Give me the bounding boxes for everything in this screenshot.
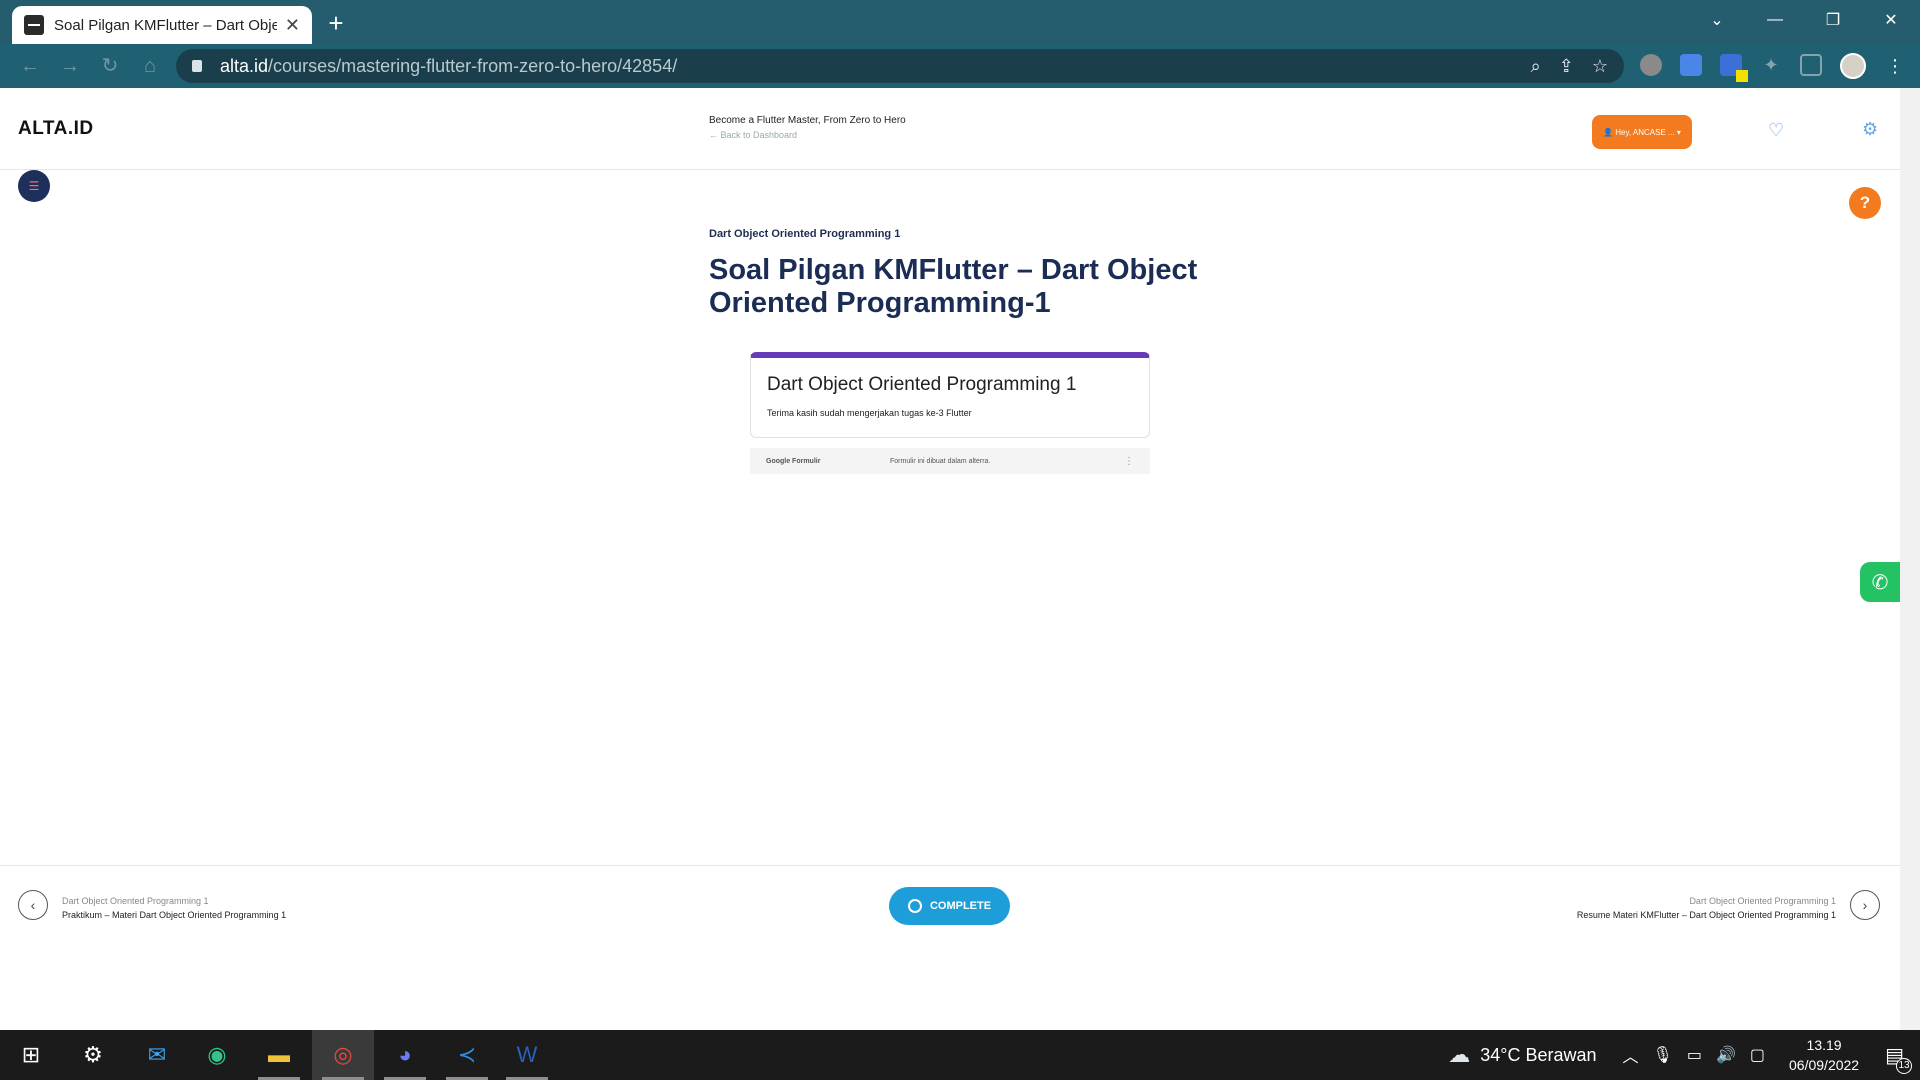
embedded-google-form: Dart Object Oriented Programming 1 Terim…	[750, 352, 1150, 438]
help-question-icon[interactable]: ?	[1849, 187, 1881, 219]
word-icon[interactable]: W	[510, 1038, 544, 1072]
browser-menu-icon[interactable]: ⋮	[1886, 56, 1904, 77]
system-tray: ☁ 34°C Berawan ︿ 🎙 ▭ 🔊 ▢ 13.19 06/09/202…	[1448, 1030, 1920, 1080]
previous-lesson-section: Dart Object Oriented Programming 1	[62, 896, 209, 906]
tab-close-icon[interactable]: ✕	[285, 15, 300, 36]
complete-button[interactable]: COMPLETE	[889, 887, 1010, 925]
next-lesson-title: Resume Materi KMFlutter – Dart Object Or…	[1576, 910, 1836, 920]
reload-button[interactable]: ↻	[94, 52, 126, 80]
back-button[interactable]: ←	[14, 52, 46, 80]
extensions-puzzle-icon[interactable]: ✦	[1760, 54, 1782, 76]
extension-translate-icon[interactable]	[1680, 54, 1702, 76]
site-logo[interactable]: ALTA.ID	[18, 118, 94, 140]
weather-text[interactable]: 34°C Berawan	[1480, 1045, 1596, 1066]
home-button[interactable]: ⌂	[134, 52, 166, 80]
tab-favicon-icon	[24, 15, 44, 35]
discord-icon[interactable]: ◕	[388, 1038, 422, 1072]
lock-icon[interactable]	[192, 60, 202, 72]
previous-lesson-button[interactable]: ‹	[18, 890, 48, 920]
previous-lesson-title: Praktikum – Materi Dart Object Oriented …	[62, 910, 287, 920]
next-lesson-section: Dart Object Oriented Programming 1	[1689, 896, 1836, 906]
file-explorer-icon[interactable]: ▬	[262, 1038, 296, 1072]
windows-start-icon[interactable]: ⊞	[14, 1038, 48, 1072]
site-header: ALTA.ID Become a Flutter Master, From Ze…	[0, 88, 1900, 170]
lesson-navigation: ‹ Dart Object Oriented Programming 1 Pra…	[0, 865, 1900, 985]
restore-button[interactable]: ❐	[1804, 0, 1862, 40]
chevron-up-icon[interactable]: ︿	[1623, 1043, 1639, 1067]
browser-tab-strip: Soal Pilgan KMFlutter – Dart Obje ✕ + ⌄ …	[0, 0, 1920, 44]
close-window-button[interactable]: ✕	[1862, 0, 1920, 40]
settings-gear-icon[interactable]: ⚙	[1862, 119, 1878, 140]
zoom-icon[interactable]: ⌕	[1531, 56, 1541, 77]
share-icon[interactable]: ⇪	[1559, 56, 1574, 77]
address-bar[interactable]: alta.id/courses/mastering-flutter-from-z…	[176, 49, 1624, 83]
taskbar-clock[interactable]: 13.19 06/09/2022	[1789, 1035, 1859, 1075]
form-title: Dart Object Oriented Programming 1	[767, 374, 1077, 395]
google-forms-brand: Google Formulir	[766, 457, 821, 465]
browser-toolbar: ← → ↻ ⌂ alta.id/courses/mastering-flutte…	[0, 44, 1920, 88]
previous-lesson-link[interactable]: Dart Object Oriented Programming 1 Prakt…	[62, 896, 286, 920]
complete-label: COMPLETE	[929, 900, 992, 912]
new-tab-button[interactable]: +	[320, 8, 352, 40]
web-page: ALTA.ID Become a Flutter Master, From Ze…	[0, 88, 1900, 1030]
microphone-icon[interactable]: 🎙	[1653, 1045, 1673, 1065]
form-more-icon[interactable]: ⋮	[1124, 456, 1134, 467]
extension-music-icon[interactable]	[1640, 54, 1662, 76]
forward-button[interactable]: →	[54, 52, 86, 80]
volume-icon[interactable]: 🔊	[1716, 1045, 1736, 1065]
clock-time: 13.19	[1806, 1037, 1842, 1053]
settings-gear-icon-taskbar[interactable]: ⚙	[76, 1038, 110, 1072]
bookmark-star-icon[interactable]: ☆	[1592, 56, 1608, 77]
form-footer-note: Formulir ini dibuat dalam alterra.	[890, 457, 991, 465]
form-description: Terima kasih sudah mengerjakan tugas ke-…	[767, 408, 972, 418]
extension-meet-icon[interactable]	[1720, 54, 1748, 82]
tab-search-icon[interactable]: ⌄	[1688, 0, 1746, 40]
next-lesson-button[interactable]: ›	[1850, 890, 1880, 920]
side-panel-icon[interactable]	[1800, 54, 1822, 76]
profile-avatar[interactable]	[1840, 53, 1866, 79]
notification-count: 13	[1896, 1057, 1912, 1074]
lesson-title: Soal Pilgan KMFlutter – Dart Object Orie…	[709, 254, 1198, 319]
vscode-icon[interactable]: ≺	[450, 1038, 484, 1072]
mail-icon[interactable]: ✉	[140, 1038, 174, 1072]
tab-title: Soal Pilgan KMFlutter – Dart Obje	[54, 16, 277, 34]
minimize-button[interactable]: —	[1746, 0, 1804, 40]
clock-date: 06/09/2022	[1789, 1057, 1860, 1073]
url-text[interactable]: alta.id/courses/mastering-flutter-from-z…	[220, 56, 677, 77]
circle-icon	[907, 899, 922, 913]
next-lesson-link[interactable]: Dart Object Oriented Programming 1 Resum…	[1577, 896, 1836, 920]
battery-icon[interactable]: ▭	[1687, 1045, 1702, 1065]
lesson-list-toggle-button[interactable]: ☰	[18, 170, 50, 202]
form-footer: Google Formulir Formulir ini dibuat dala…	[750, 448, 1150, 474]
edge-browser-icon[interactable]: ◉	[200, 1038, 234, 1072]
cloud-weather-icon[interactable]: ☁	[1448, 1042, 1470, 1068]
page-scrollbar[interactable]	[1900, 88, 1920, 1030]
browser-tab-active[interactable]: Soal Pilgan KMFlutter – Dart Obje ✕	[12, 6, 312, 44]
back-to-dashboard-link[interactable]: ← Back to Dashboard	[709, 130, 797, 140]
windows-taskbar: ⊞ ⚙ ✉ ◉ ▬ ◎ ◕ ≺ W ☁ 34°C Berawan ︿ 🎙 ▭ 🔊…	[0, 1030, 1920, 1080]
notification-center-icon[interactable]: ▤ 13	[1885, 1043, 1912, 1074]
course-title: Become a Flutter Master, From Zero to He…	[709, 115, 906, 126]
lesson-section-label: Dart Object Oriented Programming 1	[709, 228, 901, 240]
whatsapp-icon[interactable]: ✆	[1860, 562, 1900, 602]
chrome-icon[interactable]: ◎	[326, 1038, 360, 1072]
user-menu-button[interactable]: 👤 Hey, ANCASE ... ▾	[1592, 115, 1692, 149]
wishlist-heart-icon[interactable]: ♡	[1768, 120, 1784, 141]
network-icon[interactable]: ▢	[1750, 1045, 1765, 1065]
